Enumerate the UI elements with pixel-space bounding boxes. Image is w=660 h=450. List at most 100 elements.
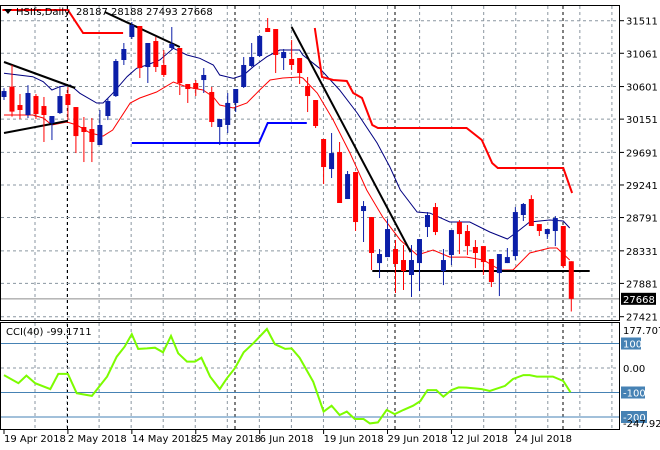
- candle-body-bull: [504, 257, 510, 264]
- candle: [201, 68, 207, 93]
- cci-axis-label: 100: [623, 340, 642, 351]
- candle: [121, 42, 127, 65]
- candle-body-bear: [432, 207, 438, 233]
- date-tick-label: 14 May 2018: [132, 434, 197, 445]
- candle-body-bull: [416, 239, 422, 264]
- candle: [161, 50, 167, 78]
- candle: [313, 100, 319, 129]
- candle-body-bear: [289, 58, 295, 65]
- candle-body-bull: [121, 48, 127, 60]
- candle-body-bull: [408, 260, 414, 276]
- candle-body-bear: [480, 246, 486, 263]
- candle: [536, 224, 542, 237]
- date-tick-label: 19 Apr 2018: [4, 434, 66, 445]
- candle-body-bear: [89, 129, 95, 142]
- candle-body-bull: [201, 74, 207, 81]
- cci-axis-label: 177.7073: [623, 326, 660, 337]
- price-tick-label: 27421: [626, 313, 658, 324]
- price-tick-label: 30601: [626, 83, 658, 94]
- candle-body-bear: [560, 226, 566, 267]
- candle-body-bull: [113, 61, 119, 97]
- candle: [560, 226, 566, 269]
- candle: [257, 34, 263, 58]
- grid: [1, 6, 620, 429]
- candle: [456, 220, 462, 255]
- candle: [1, 88, 7, 101]
- chart-header: HSIfs,Daily 28187 28188 27493 27668: [4, 7, 213, 18]
- candle-body-bull: [361, 206, 367, 212]
- candle-body-bear: [337, 152, 343, 204]
- ohlc-label: 28187 28188 27493 27668: [76, 7, 213, 18]
- candle: [424, 212, 430, 238]
- candle: [49, 116, 55, 141]
- candle-body-bear: [17, 105, 23, 111]
- candle-body-bull: [385, 229, 391, 258]
- candle: [273, 29, 279, 74]
- price-tick-label: 28331: [626, 247, 658, 258]
- candle-body-bull: [241, 64, 247, 87]
- candle-body-bear: [472, 247, 478, 254]
- price-chart[interactable]: 31511 31061 30601 30151 29691 29241 28791 28331…: [0, 0, 660, 450]
- candle: [448, 230, 454, 266]
- dropdown-triangle-icon[interactable]: [4, 9, 12, 14]
- candle: [185, 84, 191, 103]
- current-price-label: 27668: [623, 295, 655, 306]
- candle-body-bull: [233, 89, 239, 103]
- candle-body-bear: [81, 127, 87, 133]
- candle-body-bull: [329, 153, 335, 170]
- candle-body-bull: [129, 24, 135, 37]
- candle: [408, 245, 414, 298]
- candle-body-bull: [496, 254, 502, 274]
- candle: [137, 25, 143, 79]
- cci-axis-label: -100: [623, 389, 646, 400]
- candle-body-bull: [512, 212, 518, 257]
- candle: [345, 171, 351, 200]
- price-tick-label: 30151: [626, 115, 658, 126]
- candle-body-bull: [345, 174, 351, 200]
- candle-body-bull: [217, 119, 223, 128]
- candle: [369, 217, 375, 271]
- candle-body-bull: [169, 44, 175, 48]
- price-tick-label: 29691: [626, 148, 658, 159]
- candle: [25, 85, 31, 119]
- cci-label: CCI(40) -99.1711: [6, 327, 92, 338]
- trendline[interactable]: [290, 26, 412, 253]
- candle: [329, 133, 335, 179]
- candle: [57, 85, 63, 114]
- candle-body-bull: [544, 229, 550, 235]
- candle: [472, 240, 478, 269]
- price-tick-label: 31061: [626, 49, 658, 60]
- candle-body-bull: [25, 92, 31, 115]
- candle-body-bear: [369, 217, 375, 254]
- candle-body-bear: [313, 100, 319, 126]
- candle-body-bull: [520, 204, 526, 216]
- price-tick-label: 28791: [626, 214, 658, 225]
- candle-body-bull: [57, 96, 63, 114]
- candle-body-bull: [377, 254, 383, 264]
- candle: [281, 48, 287, 70]
- candle-body-bear: [177, 47, 183, 84]
- candle: [193, 80, 199, 97]
- candle: [233, 89, 239, 113]
- candle: [209, 86, 215, 128]
- cci-axis-label: -247.929: [623, 419, 660, 430]
- candle: [552, 216, 558, 247]
- candle: [297, 58, 303, 85]
- candle: [113, 58, 119, 97]
- candle: [105, 97, 111, 121]
- trendline[interactable]: [3, 120, 68, 134]
- price-tick-label: 27881: [626, 279, 658, 290]
- stop-line-red: [313, 27, 574, 194]
- date-tick-label: 29 Jun 2018: [388, 434, 448, 445]
- candle: [528, 195, 534, 227]
- candle-body-bull: [448, 230, 454, 256]
- candle: [89, 118, 95, 163]
- candle: [353, 172, 359, 232]
- candle: [568, 261, 574, 312]
- symbol-label: HSIfs,Daily: [16, 7, 70, 18]
- candle-body-bear: [73, 107, 79, 137]
- candle: [377, 249, 383, 279]
- candle: [305, 77, 311, 113]
- candle-body-bull: [97, 124, 103, 146]
- candle: [177, 47, 183, 96]
